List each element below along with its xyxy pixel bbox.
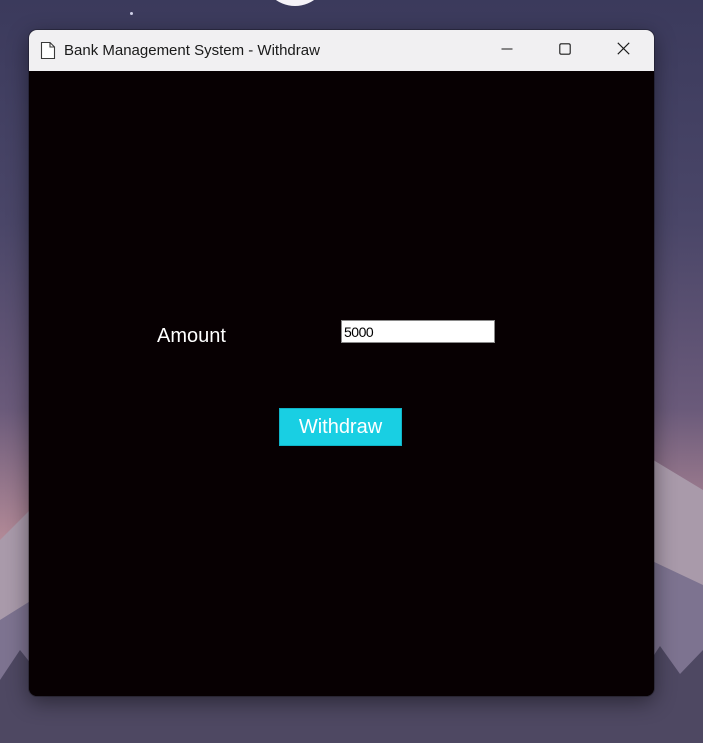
app-window: Bank Management System - Withdraw Amount… [29,30,654,696]
close-button[interactable] [594,30,652,71]
document-icon [40,41,56,60]
maximize-icon [559,42,571,60]
amount-label: Amount [157,325,226,347]
amount-input[interactable] [341,320,495,343]
close-icon [616,41,630,60]
withdraw-panel: Amount Withdraw [29,71,654,696]
minimize-icon [501,42,513,60]
star-decoration [130,12,133,15]
title-bar[interactable]: Bank Management System - Withdraw [29,30,654,71]
maximize-button[interactable] [536,30,594,71]
moon-decoration [262,0,328,6]
withdraw-button[interactable]: Withdraw [279,408,402,446]
window-title: Bank Management System - Withdraw [64,42,320,59]
minimize-button[interactable] [478,30,536,71]
